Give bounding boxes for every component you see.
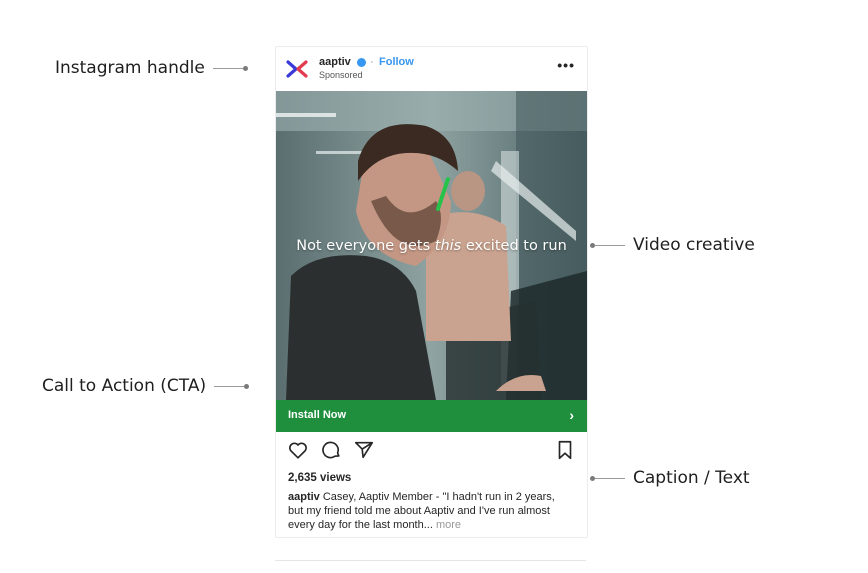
chevron-right-icon: › <box>569 407 574 423</box>
cta-label: Install Now <box>288 409 347 421</box>
follow-button[interactable]: Follow <box>379 56 414 68</box>
caption-handle[interactable]: aaptiv <box>288 491 320 503</box>
video-overlay-text: Not everyone gets this excited to run <box>276 238 587 254</box>
annotation-label: Call to Action (CTA) <box>42 376 207 396</box>
post-header: aaptiv · Follow Sponsored ••• <box>276 47 587 91</box>
annotation-instagram-handle: Instagram handle <box>55 58 248 78</box>
post-actions-bar <box>276 439 587 467</box>
overlay-text-start: Not everyone gets <box>296 238 435 254</box>
annotation-video-creative: Video creative <box>590 235 755 255</box>
heart-icon[interactable] <box>287 439 309 461</box>
sponsored-label: Sponsored <box>319 70 363 80</box>
annotation-connector <box>590 242 625 248</box>
aaptiv-logo-icon[interactable] <box>286 59 308 79</box>
divider <box>275 560 586 561</box>
bookmark-icon[interactable] <box>554 439 576 461</box>
post-caption: aaptiv Casey, Aaptiv Member - "I hadn't … <box>288 490 572 532</box>
annotation-connector <box>212 65 248 71</box>
more-options-button[interactable]: ••• <box>557 57 575 73</box>
overlay-text-italic: this <box>434 238 462 254</box>
annotation-call-to-action: Call to Action (CTA) <box>42 376 250 396</box>
annotation-label: Caption / Text <box>633 468 750 488</box>
caption-text: Casey, Aaptiv Member - "I hadn't run in … <box>288 491 555 531</box>
video-creative[interactable]: Not everyone gets this excited to run <box>276 91 587 400</box>
caption-more-link[interactable]: more <box>433 519 461 531</box>
header-separator: · <box>370 56 374 68</box>
comment-icon[interactable] <box>320 439 342 461</box>
annotation-connector <box>214 383 250 389</box>
send-icon[interactable] <box>353 439 375 461</box>
install-now-button[interactable]: Install Now › <box>276 400 587 432</box>
annotation-connector <box>590 475 625 481</box>
instagram-post: aaptiv · Follow Sponsored ••• Not everyo… <box>275 46 588 538</box>
view-count: 2,635 views <box>288 472 352 484</box>
annotation-label: Instagram handle <box>55 58 205 78</box>
annotation-caption-text: Caption / Text <box>590 468 750 488</box>
account-handle[interactable]: aaptiv <box>319 56 351 68</box>
overlay-text-end: excited to run <box>461 238 567 254</box>
annotation-label: Video creative <box>633 235 755 255</box>
verified-badge-icon <box>357 58 366 67</box>
